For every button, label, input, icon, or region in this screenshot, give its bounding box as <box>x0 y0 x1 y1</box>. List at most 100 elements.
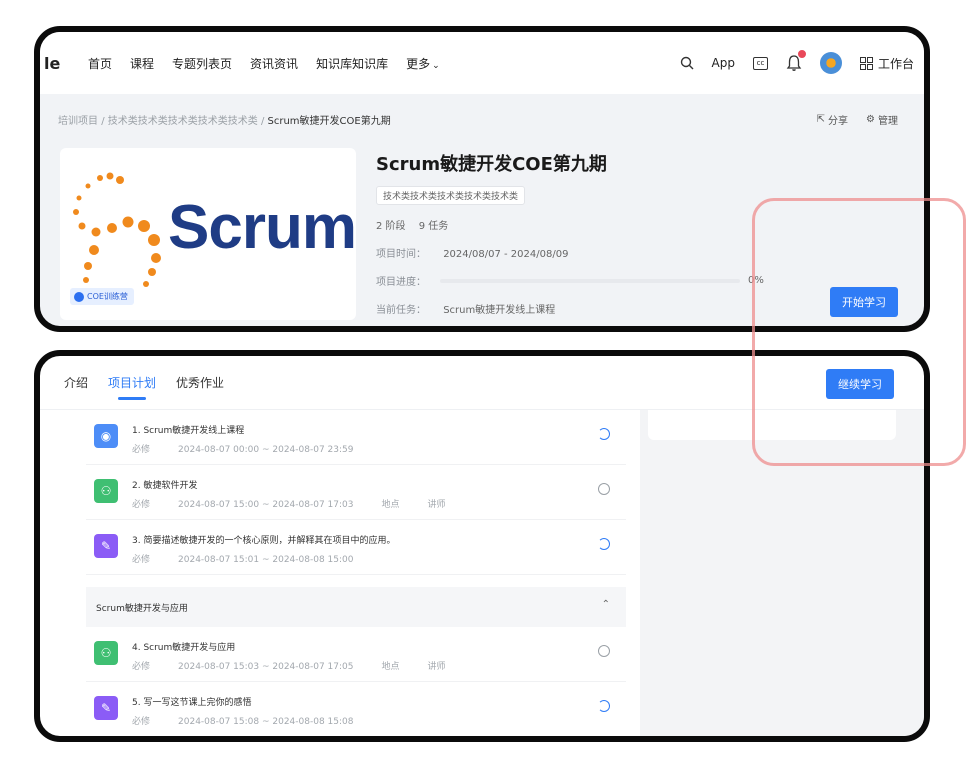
project-time-value: 2024/08/07 - 2024/08/09 <box>443 249 569 260</box>
task-time: 2024-08-07 15:03 ~ 2024-08-07 17:05 <box>178 662 354 672</box>
coe-tag: COE训练营 <box>70 288 134 305</box>
task-required: 必修 <box>132 500 151 510</box>
notification-badge <box>796 49 807 59</box>
in-progress-icon <box>598 700 610 712</box>
project-header-frame: le 首页 课程 专题列表页 资讯资讯 知识库知识库 更多 ⌄ App cc 工… <box>34 26 930 332</box>
task-row[interactable]: ⚇ 4. Scrum敏捷开发与应用 必修 2024-08-07 15:03 ~ 202… <box>86 627 626 682</box>
current-task-value[interactable]: Scrum敏捷开发线上课程 <box>443 305 555 316</box>
navbar-actions: App cc 工作台 <box>680 32 914 94</box>
current-task-label: 当前任务： <box>376 305 426 316</box>
task-meta: 必修 2024-08-07 00:00 ~ 2024-08-07 23:59 <box>132 442 409 455</box>
gear-icon: ⚙ <box>866 114 875 125</box>
task-title[interactable]: 3. 简要描述敏捷开发的一个核心原则，并解释其在项目中的应用。 <box>132 533 395 546</box>
nav-item-more-label: 更多 <box>406 56 431 71</box>
task-time: 2024-08-07 15:08 ~ 2024-08-08 15:08 <box>178 717 354 727</box>
notification-bell-icon[interactable] <box>786 49 807 72</box>
assignment-icon: ✎ <box>94 696 118 720</box>
share-icon: ⇱ <box>816 114 826 125</box>
project-time-label: 项目时间： <box>376 249 426 260</box>
stage-section-header[interactable]: Scrum敏捷开发与应用 ⌃ <box>86 587 626 627</box>
breadcrumb-separator: / <box>101 116 105 127</box>
task-row[interactable]: ⚇ 2. 敏捷软件开发必修 2024-08-07 15:00 ~ 2024-08-0… <box>86 465 626 520</box>
breadcrumb: 培训项目 / 技术类技术类技术类技术类技术类 / Scrum敏捷开发COE第九期 <box>58 112 391 127</box>
task-title[interactable]: 1. Scrum敏捷开发线上课程 <box>132 423 244 436</box>
site-logo[interactable]: le <box>44 54 70 73</box>
clock-icon <box>598 483 610 495</box>
side-card <box>648 410 896 440</box>
manage-label: 管理 <box>878 116 898 127</box>
breadcrumb-separator: / <box>260 116 265 127</box>
current-task: 当前任务： Scrum敏捷开发线上课程 <box>376 301 764 316</box>
avatar[interactable] <box>819 52 842 74</box>
project-time: 项目时间： 2024/08/07 - 2024/08/09 <box>376 245 764 260</box>
manage-button[interactable]: ⚙ 管理 <box>866 112 898 127</box>
task-time: 2024-08-07 15:01 ~ 2024-08-08 15:00 <box>178 555 354 565</box>
page-title: Scrum敏捷开发COE第九期 <box>376 154 607 175</box>
start-learning-button[interactable]: 开始学习 <box>830 287 898 317</box>
workbench-button[interactable]: 工作台 <box>859 55 914 72</box>
chevron-up-icon[interactable]: ⌃ <box>602 599 610 610</box>
project-progress-value: 0% <box>748 275 764 286</box>
nav-item-news[interactable]: 资讯资讯 <box>250 55 298 72</box>
task-required: 必修 <box>132 717 151 727</box>
task-row[interactable]: ◉ 1. Scrum敏捷开发线上课程 必修 2024-08-07 00:00 ~ 20… <box>86 410 626 465</box>
app-link[interactable]: App <box>712 56 735 70</box>
task-row[interactable]: ✎ 5. 写一写这节课上完你的感悟 必修 2024-08-07 15:08 ~ 202… <box>86 682 626 736</box>
task-required: 必修 <box>132 555 151 565</box>
task-meta: 必修 2024-08-07 15:03 ~ 2024-08-07 17:05 地点 讲… <box>132 659 446 672</box>
category-tag: 技术类技术类技术类技术类技术类 <box>376 186 526 205</box>
offline-class-icon: ⚇ <box>94 479 118 503</box>
breadcrumb-item[interactable]: 技术类技术类技术类技术类技术类 <box>108 116 258 127</box>
project-counts: 2 阶段 9 任务 <box>376 217 764 232</box>
tab-excellent-homework[interactable]: 优秀作业 <box>176 374 224 391</box>
task-location: 地点 <box>381 662 400 672</box>
task-title[interactable]: 2. 敏捷软件开发 <box>132 478 197 491</box>
project-cover-image: Scrum COE训练营 <box>60 148 357 320</box>
task-required: 必修 <box>132 445 151 455</box>
project-info: Scrum敏捷开发COE第九期 技术类技术类技术类技术类技术类 2 阶段 9 任… <box>376 150 764 326</box>
continue-learning-button[interactable]: 继续学习 <box>826 369 894 399</box>
tab-project-plan[interactable]: 项目计划 <box>108 374 156 400</box>
task-lecturer: 讲师 <box>427 500 446 510</box>
in-progress-icon <box>598 538 610 550</box>
task-count: 9 任务 <box>418 221 449 232</box>
search-icon[interactable] <box>680 56 694 70</box>
nav-item-knowledge[interactable]: 知识库知识库 <box>316 55 388 72</box>
share-label: 分享 <box>828 116 849 127</box>
scrum-logo-text: Scrum <box>168 193 357 262</box>
tab-bar: 介绍 项目计划 优秀作业 <box>40 356 924 410</box>
tab-introduction[interactable]: 介绍 <box>64 374 88 391</box>
task-meta: 必修 2024-08-07 15:00 ~ 2024-08-07 17:03 地点 讲… <box>132 497 446 510</box>
project-progress-label: 项目进度： <box>376 277 426 288</box>
workbench-label: 工作台 <box>877 56 914 71</box>
task-title[interactable]: 4. Scrum敏捷开发与应用 <box>132 640 235 653</box>
assignment-icon: ✎ <box>94 534 118 558</box>
chevron-down-icon: ⌄ <box>432 60 440 71</box>
offline-class-icon: ⚇ <box>94 641 118 665</box>
subtitle-icon[interactable]: cc <box>752 56 768 70</box>
task-meta: 必修 2024-08-07 15:08 ~ 2024-08-08 15:08 <box>132 714 409 727</box>
task-list: ◉ 1. Scrum敏捷开发线上课程 必修 2024-08-07 00:00 ~ 20… <box>86 410 626 736</box>
stage-2-tasks: ⚇ 4. Scrum敏捷开发与应用 必修 2024-08-07 15:03 ~ 202… <box>86 627 626 736</box>
task-title[interactable]: 5. 写一写这节课上完你的感悟 <box>132 695 251 708</box>
in-progress-icon <box>598 428 610 440</box>
location-pin-icon <box>74 291 84 302</box>
nav-item-home[interactable]: 首页 <box>88 55 112 72</box>
task-time: 2024-08-07 00:00 ~ 2024-08-07 23:59 <box>178 445 354 455</box>
task-location: 地点 <box>381 500 400 510</box>
breadcrumb-item[interactable]: 培训项目 <box>58 116 98 127</box>
coe-tag-label: COE训练营 <box>87 292 128 301</box>
nav-item-more[interactable]: 更多 ⌄ <box>406 55 440 72</box>
header-actions: ⇱ 分享 ⚙ 管理 <box>817 112 898 127</box>
project-progress: 项目进度： 0% <box>376 273 764 288</box>
share-button[interactable]: ⇱ 分享 <box>817 112 848 127</box>
stage-count: 2 阶段 <box>376 221 406 232</box>
course-icon: ◉ <box>94 424 118 448</box>
breadcrumb-current: Scrum敏捷开发COE第九期 <box>267 116 391 127</box>
nav-item-courses[interactable]: 课程 <box>130 55 154 72</box>
progress-bar <box>440 278 740 283</box>
scrum-dots-logo <box>73 172 161 287</box>
task-row[interactable]: ✎ 3. 简要描述敏捷开发的一个核心原则，并解释其在项目中的应用。 必修 2024-0… <box>86 520 626 575</box>
task-meta: 必修 2024-08-07 15:01 ~ 2024-08-08 15:00 <box>132 552 409 565</box>
nav-item-topics[interactable]: 专题列表页 <box>172 55 232 72</box>
